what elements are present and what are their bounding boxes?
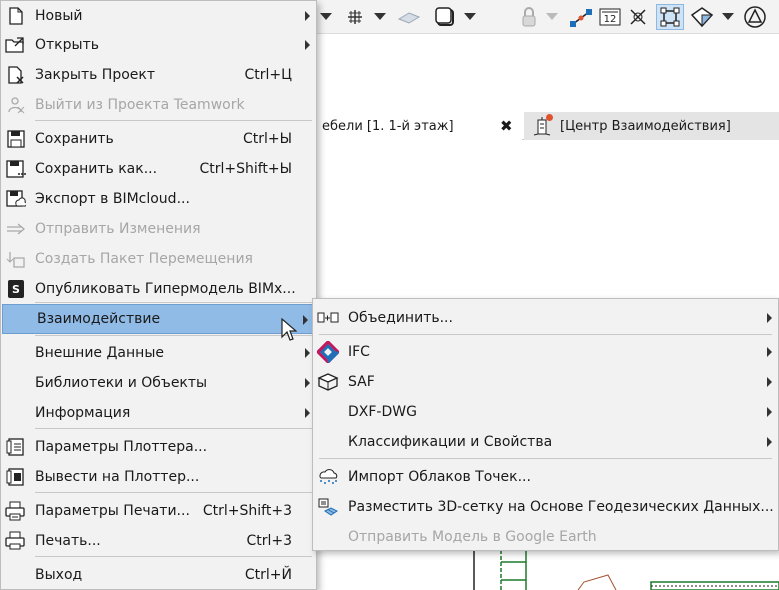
dropdown-arrow-icon[interactable] bbox=[544, 4, 560, 30]
print-setup-icon bbox=[5, 501, 27, 521]
menu-item-print-setup[interactable]: Параметры Печати... Ctrl+Shift+3 bbox=[1, 496, 316, 526]
3d-view-icon[interactable] bbox=[688, 4, 716, 30]
save-icon bbox=[5, 129, 27, 149]
bimx-icon: S bbox=[5, 279, 27, 299]
submenu-item-saf[interactable]: SAF bbox=[313, 367, 778, 397]
submenu-arrow-icon bbox=[767, 377, 772, 387]
submenu-item-ifc[interactable]: IFC bbox=[313, 337, 778, 367]
menu-separator bbox=[35, 492, 312, 493]
tab-floor-plan-label: ебели [1. 1-й этаж] bbox=[322, 118, 454, 134]
menu-item-save-as[interactable]: Сохранить как... Ctrl+Shift+Ы bbox=[1, 154, 316, 184]
save-as-icon bbox=[5, 159, 27, 179]
close-icon[interactable]: ✖ bbox=[500, 117, 513, 135]
plotter-setup-icon bbox=[5, 437, 27, 457]
menu-item-save[interactable]: Сохранить Ctrl+Ы bbox=[1, 124, 316, 154]
leave-teamwork-icon bbox=[5, 95, 27, 115]
notification-dot bbox=[546, 114, 553, 121]
tab-bar: ебели [1. 1-й этаж] ✖ [Центр Взаимодейст… bbox=[316, 112, 779, 140]
submenu-arrow-icon bbox=[767, 313, 772, 323]
send-changes-icon bbox=[5, 219, 27, 239]
toolbar: 12 bbox=[316, 0, 779, 34]
create-package-icon bbox=[5, 249, 27, 269]
file-menu: Новый Открыть Закрыть Проект Ctrl+Ц Выйт… bbox=[0, 0, 317, 590]
tab-collaboration-center[interactable]: [Центр Взаимодействия] bbox=[524, 112, 779, 140]
point-cloud-icon bbox=[317, 467, 339, 487]
tab-collaboration-center-label: [Центр Взаимодействия] bbox=[560, 118, 731, 134]
grid-snap-icon[interactable] bbox=[340, 4, 370, 30]
submenu-arrow-icon bbox=[767, 407, 772, 417]
submenu-item-point-cloud[interactable]: Импорт Облаков Точек... bbox=[313, 462, 778, 492]
triangle-circle-icon[interactable] bbox=[740, 4, 770, 30]
menu-separator bbox=[35, 556, 312, 557]
menu-separator bbox=[35, 335, 312, 336]
layout-frame-icon[interactable] bbox=[430, 4, 460, 30]
plane-icon[interactable] bbox=[394, 4, 424, 30]
plot-icon bbox=[5, 467, 27, 487]
collaboration-center-icon bbox=[532, 114, 553, 136]
menu-separator bbox=[35, 302, 312, 303]
printer-icon bbox=[5, 531, 27, 551]
menu-item-new[interactable]: Новый bbox=[1, 1, 316, 31]
menu-item-close-project[interactable]: Закрыть Проект Ctrl+Ц bbox=[1, 60, 316, 90]
submenu-item-classifications[interactable]: Классификации и Свойства bbox=[313, 427, 778, 457]
svg-text:S: S bbox=[12, 283, 20, 296]
bimcloud-export-icon bbox=[5, 189, 27, 209]
menu-item-leave-teamwork: Выйти из Проекта Teamwork bbox=[1, 90, 316, 120]
submenu-item-dxf-dwg[interactable]: DXF-DWG bbox=[313, 397, 778, 427]
submenu-item-survey-mesh[interactable]: Разместить 3D-сетку на Основе Геодезичес… bbox=[313, 492, 778, 522]
menu-item-send-changes: Отправить Изменения bbox=[1, 214, 316, 244]
dropdown-arrow-icon[interactable] bbox=[316, 4, 336, 30]
snap-points-icon[interactable] bbox=[624, 4, 652, 30]
dimension-icon[interactable]: 12 bbox=[596, 4, 624, 30]
dropdown-arrow-icon[interactable] bbox=[720, 4, 736, 30]
menu-separator bbox=[319, 458, 772, 459]
submenu-arrow-icon bbox=[767, 437, 772, 447]
submenu-arrow-icon bbox=[305, 40, 310, 50]
selection-icon[interactable] bbox=[656, 4, 684, 30]
menu-item-publish-bimx[interactable]: S Опубликовать Гипермодель BIMx... bbox=[1, 274, 316, 304]
submenu-arrow-icon bbox=[305, 11, 310, 21]
menu-item-open[interactable]: Открыть bbox=[1, 30, 316, 60]
submenu-arrow-icon bbox=[305, 378, 310, 388]
menu-item-create-package: Создать Пакет Перемещения bbox=[1, 244, 316, 274]
menu-item-export-bimcloud[interactable]: Экспорт в BIMcloud... bbox=[1, 184, 316, 214]
submenu-arrow-icon bbox=[305, 348, 310, 358]
menu-item-print[interactable]: Печать... Ctrl+3 bbox=[1, 526, 316, 556]
menu-separator bbox=[35, 120, 312, 121]
submenu-item-merge[interactable]: Объединить... bbox=[313, 303, 778, 333]
menu-item-external-data[interactable]: Внешние Данные bbox=[1, 338, 316, 368]
dropdown-arrow-icon[interactable] bbox=[372, 4, 388, 30]
archicad-window: 12 ебели [1. 1-й этаж] ✖ [Центр Взаимоде… bbox=[0, 0, 779, 590]
menu-separator bbox=[319, 334, 772, 335]
submenu-arrow-icon bbox=[767, 347, 772, 357]
close-project-icon bbox=[5, 65, 27, 85]
menu-separator bbox=[35, 428, 312, 429]
mouse-cursor-icon bbox=[281, 317, 298, 346]
dropdown-arrow-icon[interactable] bbox=[462, 4, 478, 30]
svg-text:12: 12 bbox=[604, 14, 617, 25]
menu-item-exit[interactable]: Выход Ctrl+Й bbox=[1, 560, 316, 590]
ifc-icon bbox=[317, 341, 339, 363]
interoperability-submenu: Объединить... IFC SAF DXF-DWG Классифика… bbox=[312, 298, 779, 551]
new-document-icon bbox=[5, 6, 27, 26]
menu-item-plotter-setup[interactable]: Параметры Плоттера... bbox=[1, 432, 316, 462]
survey-mesh-icon bbox=[317, 497, 339, 517]
tab-floor-plan[interactable]: ебели [1. 1-й этаж] ✖ bbox=[316, 112, 522, 140]
trace-reference-icon[interactable] bbox=[566, 4, 596, 30]
menu-item-plot[interactable]: Вывести на Плоттер... bbox=[1, 462, 316, 492]
menu-item-info[interactable]: Информация bbox=[1, 398, 316, 428]
submenu-arrow-icon bbox=[303, 315, 308, 325]
open-folder-icon bbox=[5, 35, 27, 55]
submenu-item-google-earth: Отправить Модель в Google Earth bbox=[348, 529, 597, 545]
lock-icon[interactable] bbox=[516, 4, 542, 30]
menu-item-interoperability[interactable]: Взаимодействие bbox=[2, 304, 315, 334]
submenu-arrow-icon bbox=[305, 408, 310, 418]
merge-icon bbox=[317, 308, 339, 328]
saf-icon bbox=[317, 372, 339, 392]
menu-item-libraries-objects[interactable]: Библиотеки и Объекты bbox=[1, 368, 316, 398]
